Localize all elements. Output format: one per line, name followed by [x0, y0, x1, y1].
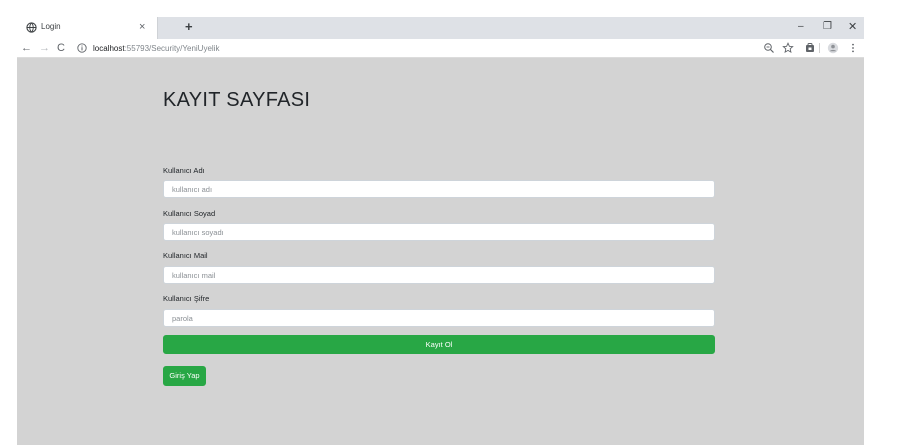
username-label: Kullanıcı Adı	[163, 166, 205, 175]
zoom-icon[interactable]	[763, 42, 775, 54]
register-button[interactable]: Kayıt Ol	[163, 335, 715, 354]
tab-strip: Login × + – ❐ ✕	[17, 17, 864, 39]
forward-icon[interactable]: →	[39, 41, 50, 55]
password-label: Kullanıcı Şifre	[163, 294, 210, 303]
reload-icon[interactable]: C	[57, 41, 65, 55]
menu-icon[interactable]	[847, 42, 859, 54]
back-icon[interactable]: ←	[21, 41, 32, 55]
extension-icon[interactable]	[804, 42, 816, 54]
tab-title: Login	[41, 22, 61, 31]
profile-icon[interactable]	[827, 42, 839, 54]
restore-icon[interactable]: ❐	[823, 20, 832, 34]
address-bar[interactable]: localhost:55793/Security/YeniUyelik	[93, 43, 219, 54]
address-path: :55793/Security/YeniUyelik	[124, 44, 220, 53]
username-input[interactable]	[163, 180, 715, 198]
surname-label: Kullanıcı Soyad	[163, 209, 216, 218]
email-input[interactable]	[163, 266, 715, 284]
login-button[interactable]: Giriş Yap	[163, 366, 206, 386]
tab-login[interactable]: Login ×	[17, 17, 158, 39]
info-icon[interactable]	[77, 43, 87, 53]
globe-icon	[26, 22, 37, 33]
page-viewport: KAYIT SAYFASI Kullanıcı Adı Kullanıcı So…	[17, 58, 864, 445]
address-host: localhost	[93, 44, 125, 53]
page-title: KAYIT SAYFASI	[163, 89, 311, 111]
browser-window: Login × + – ❐ ✕ ← → C localhost:55793/Se…	[17, 17, 864, 445]
toolbar-divider	[819, 43, 820, 53]
email-label: Kullanıcı Mail	[163, 251, 208, 260]
star-icon[interactable]	[782, 42, 794, 54]
password-input[interactable]	[163, 309, 715, 327]
surname-input[interactable]	[163, 223, 715, 241]
browser-toolbar: ← → C localhost:55793/Security/YeniUyeli…	[17, 39, 864, 58]
minimize-icon[interactable]: –	[798, 20, 804, 34]
window-close-icon[interactable]: ✕	[848, 20, 857, 34]
new-tab-icon[interactable]: +	[185, 19, 193, 35]
tab-close-icon[interactable]: ×	[139, 20, 145, 34]
